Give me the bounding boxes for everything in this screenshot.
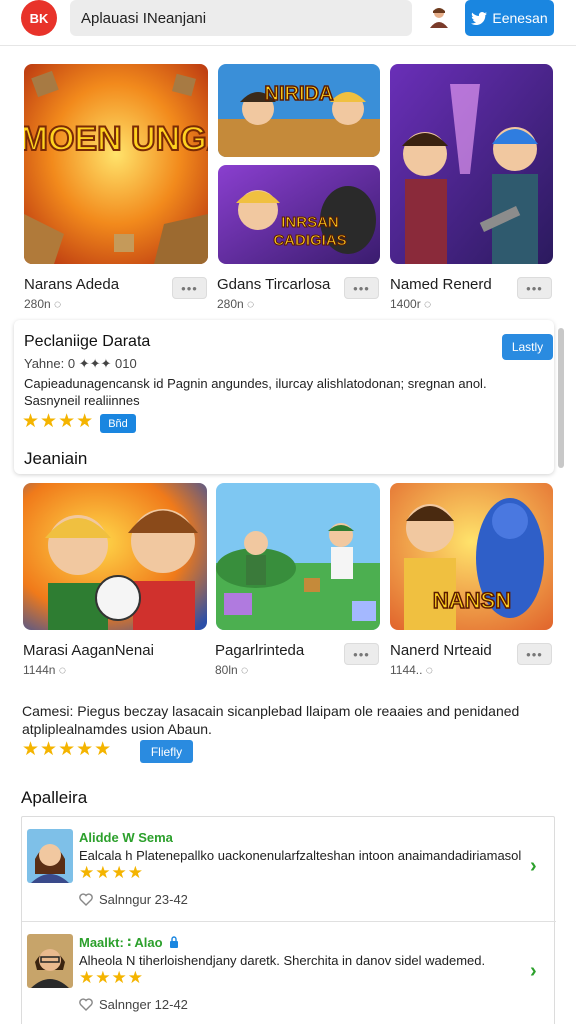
lock-icon <box>170 936 179 948</box>
lastly-button[interactable]: Lastly <box>502 334 553 360</box>
svg-text:NIRIDA: NIRIDA <box>265 83 334 105</box>
review-text: Ealcala h Platenepallko uackonenularfzal… <box>79 848 522 863</box>
feature-title: Peclaniige Darata <box>24 333 151 350</box>
person-icon <box>27 934 73 988</box>
game-art-image: NIRIDA <box>218 64 380 157</box>
feature-panel: Peclaniige Darata Yahne: 0 ✦✦✦ 010 Capie… <box>14 320 554 474</box>
review-item[interactable]: Alidde W Sema Ealcala h Platenepallko ua… <box>22 817 556 921</box>
more-options-button[interactable]: ••• <box>517 643 552 665</box>
game-title[interactable]: Marasi AaganNenai <box>23 642 154 659</box>
more-options-button[interactable]: ••• <box>344 277 379 299</box>
game-downloads: 280n ◌ <box>24 297 62 311</box>
feature-badge-button[interactable]: Bñd <box>100 414 136 433</box>
twitter-bird-icon <box>471 11 488 25</box>
reviewer-name[interactable]: Alidde W Sema <box>79 830 173 845</box>
game-thumbnail-4[interactable] <box>23 483 207 630</box>
game-downloads: 1144n ◌ <box>23 663 66 677</box>
rating-stars: ★★★★ <box>79 968 144 987</box>
game-title[interactable]: Nanerd Nrteaid <box>390 642 492 659</box>
chevron-right-icon[interactable]: › <box>530 960 537 983</box>
rating-stars: ★★★★ <box>79 863 144 882</box>
game-downloads: 280n ◌ <box>217 297 255 311</box>
reviewer-name-text: Maalkt: ∶ Alao <box>79 935 163 950</box>
game-thumbnail-2b[interactable]: INRSAN CADIGIAS <box>218 165 380 264</box>
rating-stars: ★★★★★ <box>22 739 113 760</box>
review-meta: Salnngur 23-42 <box>79 892 188 907</box>
person-icon <box>27 829 73 883</box>
game-title[interactable]: Gdans Tircarlosa <box>217 276 330 293</box>
app-logo[interactable]: BK <box>21 0 57 36</box>
twitter-label: Eenesan <box>492 10 548 26</box>
game-art-image: NANSN <box>390 483 553 630</box>
search-input[interactable]: Aplauasi INeanjani <box>70 0 412 36</box>
review-meta: Salnnger 12-42 <box>79 997 188 1012</box>
heart-icon[interactable] <box>79 893 93 906</box>
game-art-image <box>216 483 380 630</box>
svg-text:CADIGIAS: CADIGIAS <box>273 232 346 249</box>
finally-button[interactable]: Fliefly <box>140 740 193 763</box>
section-title-jeaniain: Jeaniain <box>24 449 88 468</box>
top-bar: BK Aplauasi INeanjani Eenesan <box>0 0 576 46</box>
svg-text:SLMOEN UNGAN: SLMOEN UNGAN <box>24 120 208 158</box>
review-item[interactable]: Maalkt: ∶ Alao Alheola N tiherloishendja… <box>22 921 556 1024</box>
game-title[interactable]: Narans Adeda <box>24 276 119 293</box>
feature-subtitle: Yahne: 0 ✦✦✦ 010 <box>24 356 137 371</box>
game-title[interactable]: Pagarlrinteda <box>215 642 304 659</box>
scrollbar[interactable] <box>558 328 564 468</box>
game-description: Camesi: Piegus beczay lasacain sicanpleb… <box>22 703 520 737</box>
game-art-image <box>390 64 553 264</box>
more-options-button[interactable]: ••• <box>344 643 379 665</box>
game-downloads: 80ln ◌ <box>215 663 249 677</box>
rating-stars: ★★★★ <box>22 411 95 432</box>
user-avatar[interactable] <box>428 6 450 28</box>
reviewer-name[interactable]: Maalkt: ∶ Alao <box>79 935 179 951</box>
game-thumbnail-6[interactable]: NANSN <box>390 483 553 630</box>
review-date: Salnngur 23-42 <box>99 892 188 907</box>
heart-icon[interactable] <box>79 998 93 1011</box>
reviews-list: Alidde W Sema Ealcala h Platenepallko ua… <box>21 816 556 1024</box>
review-text: Alheola N tiherloishendjany daretk. Sher… <box>79 953 486 968</box>
review-date: Salnnger 12-42 <box>99 997 188 1012</box>
game-art-image: INRSAN CADIGIAS <box>218 165 380 264</box>
chevron-right-icon[interactable]: › <box>530 855 537 878</box>
person-icon <box>430 8 448 28</box>
reviewer-avatar <box>27 934 73 988</box>
game-downloads: 1144.. ◌ <box>390 663 433 677</box>
svg-text:NANSN: NANSN <box>433 588 511 613</box>
game-thumbnail-5[interactable] <box>216 483 380 630</box>
reviewer-avatar <box>27 829 73 883</box>
more-options-button[interactable]: ••• <box>172 277 207 299</box>
game-title[interactable]: Named Renerd <box>390 276 492 293</box>
game-downloads: 1400r ◌ <box>390 297 432 311</box>
game-art-image <box>23 483 207 630</box>
game-thumbnail-3[interactable] <box>390 64 553 264</box>
game-thumbnail-1[interactable]: SLMOEN UNGAN <box>24 64 208 264</box>
twitter-button[interactable]: Eenesan <box>465 0 554 36</box>
more-options-button[interactable]: ••• <box>517 277 552 299</box>
game-art-image: SLMOEN UNGAN <box>24 64 208 264</box>
svg-text:INRSAN: INRSAN <box>281 214 339 231</box>
game-thumbnail-2a[interactable]: NIRIDA <box>218 64 380 157</box>
section-title-apalleira: Apalleira <box>21 788 88 807</box>
feature-description: Capieadunagencansk id Pagnin angundes, i… <box>24 376 487 408</box>
